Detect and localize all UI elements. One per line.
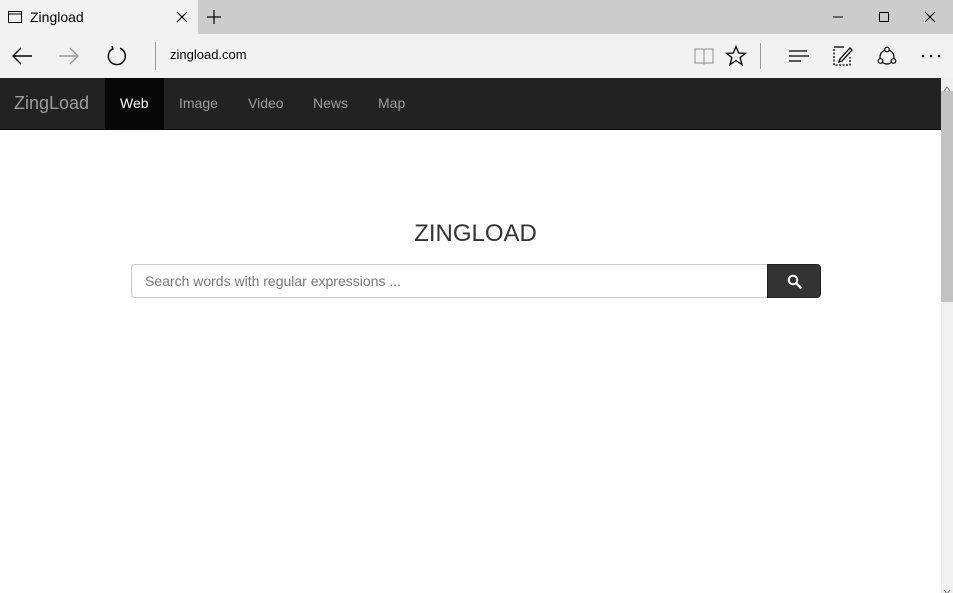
share-icon[interactable] (875, 44, 899, 68)
nav-image[interactable]: Image (164, 78, 233, 129)
address-divider (155, 42, 156, 70)
scroll-down-icon[interactable] (943, 583, 951, 593)
web-note-icon[interactable] (831, 44, 855, 68)
page-content: ZingLoad Web Image Video News Map ZINGLO… (0, 78, 941, 593)
tab-title: Zingload (30, 9, 84, 25)
page-icon (8, 10, 22, 23)
vertical-scrollbar[interactable] (941, 78, 953, 593)
minimize-icon (833, 16, 843, 18)
nav-map[interactable]: Map (363, 78, 420, 129)
nav-video[interactable]: Video (233, 78, 299, 129)
minimize-button[interactable] (815, 0, 861, 34)
browser-toolbar: zingload.com (0, 34, 953, 78)
search-group (131, 264, 821, 298)
browser-window: Zingload zingload.com ZingLoad Web Image… (0, 0, 953, 593)
maximize-button[interactable] (861, 0, 907, 34)
back-arrow-icon[interactable] (10, 44, 34, 68)
address-bar[interactable]: zingload.com (170, 47, 247, 62)
magnifier-icon (787, 274, 802, 289)
toolbar-divider (760, 43, 761, 69)
star-icon[interactable] (724, 44, 748, 68)
hub-icon[interactable] (787, 44, 811, 68)
scroll-thumb[interactable] (941, 91, 953, 302)
scroll-up-icon[interactable] (943, 80, 951, 92)
browser-tab[interactable]: Zingload (0, 0, 198, 34)
site-navbar: ZingLoad Web Image Video News Map (0, 78, 941, 130)
page-title: ZINGLOAD (414, 220, 537, 247)
more-icon[interactable] (919, 44, 943, 68)
title-bar: Zingload (0, 0, 953, 34)
search-button[interactable] (767, 264, 821, 298)
close-tab-icon[interactable] (175, 10, 189, 24)
search-input[interactable] (131, 264, 768, 298)
site-brand[interactable]: ZingLoad (14, 93, 89, 114)
close-icon (924, 11, 936, 23)
new-tab-icon[interactable] (206, 9, 222, 25)
nav-web[interactable]: Web (105, 78, 164, 129)
maximize-icon (879, 12, 889, 22)
refresh-icon[interactable] (105, 44, 129, 68)
reading-view-icon[interactable] (692, 44, 716, 68)
close-window-button[interactable] (907, 0, 953, 34)
forward-arrow-icon[interactable] (57, 44, 81, 68)
nav-news[interactable]: News (298, 78, 363, 129)
